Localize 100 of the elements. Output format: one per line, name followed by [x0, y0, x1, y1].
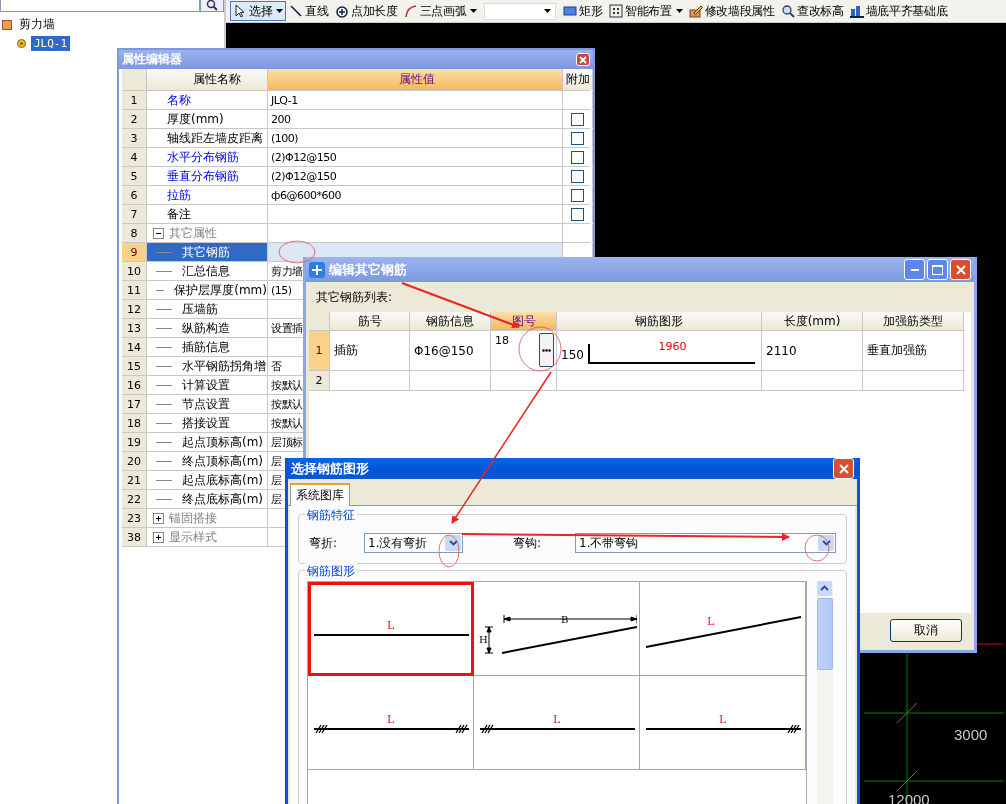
property-value: 按默认: [271, 396, 303, 412]
chevron-down-icon: [448, 540, 458, 546]
property-value: ф6@600*600: [271, 188, 341, 202]
toolbar-button[interactable]: 选择: [230, 1, 287, 21]
property-name: 压墙筋: [182, 300, 218, 318]
window-title: 编辑其它钢筋: [329, 260, 408, 279]
pencil-icon: [688, 4, 703, 18]
field-label: 弯折:: [309, 534, 339, 552]
table-cell: Φ16@150: [414, 343, 474, 358]
property-name: 水平钢筋拐角增: [182, 357, 266, 375]
table-cell: 18: [495, 334, 509, 347]
row-number: 38: [122, 528, 147, 546]
table-cell: 垂直加强筋: [867, 342, 927, 359]
column-header[interactable]: 属性名称: [147, 69, 268, 90]
toolbar-button[interactable]: 智能布置: [605, 1, 686, 21]
checkbox[interactable]: [571, 131, 584, 145]
row-number: 1: [309, 331, 330, 370]
row-number: 6: [122, 186, 147, 204]
property-name: 节点设置: [182, 395, 230, 413]
property-value: 层: [271, 453, 282, 469]
main-length: 1960: [658, 339, 687, 353]
column-header[interactable]: 筋号: [330, 312, 410, 330]
checkbox[interactable]: [571, 188, 584, 202]
tree-item[interactable]: JLQ-1: [31, 36, 71, 51]
property-value: 剪力墙: [271, 263, 303, 279]
property-name: 拉筋: [167, 186, 191, 204]
checkbox[interactable]: [571, 207, 584, 221]
scroll-thumb[interactable]: [817, 598, 833, 670]
row-number: 14: [122, 338, 147, 356]
minimize-icon: [910, 268, 919, 271]
chevron-down-icon: [821, 540, 831, 546]
toolbar-button[interactable]: 矩形: [560, 1, 606, 21]
tree-item[interactable]: 剪力墙: [16, 15, 58, 34]
property-name: 搭接设置: [182, 414, 230, 432]
scrollbar[interactable]: [817, 581, 833, 804]
property-name: 其它钢筋: [182, 243, 230, 261]
ellipsis-icon: [542, 348, 551, 352]
search-button[interactable]: [200, 0, 224, 12]
toolbar-button[interactable]: 修改墙段属性: [685, 1, 778, 21]
expand-toggle-icon[interactable]: [153, 227, 164, 239]
property-value: 200: [271, 112, 291, 126]
column-header[interactable]: 属性值: [268, 69, 563, 90]
property-value: 设置插: [271, 320, 303, 336]
row-number: 22: [122, 490, 147, 508]
property-name: 锚固搭接: [169, 509, 217, 527]
property-name: 显示样式: [169, 528, 217, 546]
line-icon: [289, 4, 304, 18]
column-header[interactable]: 长度(mm): [762, 312, 863, 330]
checkbox[interactable]: [571, 112, 584, 126]
row-number: 16: [122, 376, 147, 394]
arc-icon: [403, 4, 418, 18]
cursor-icon: [233, 4, 247, 18]
close-icon: [579, 55, 587, 64]
toolbar-button[interactable]: 查改标高: [777, 1, 847, 21]
tab[interactable]: 系统图库: [290, 483, 350, 506]
column-header[interactable]: 钢筋信息: [410, 312, 491, 330]
row-number: 5: [122, 167, 147, 185]
annotation-ellipse: [278, 240, 316, 264]
property-value: (2)Φ12@150: [271, 169, 337, 183]
cancel-button[interactable]: 取消: [890, 619, 962, 642]
expand-toggle-icon[interactable]: [153, 531, 164, 543]
dropdown-field[interactable]: 1.没有弯折: [364, 533, 463, 553]
property-value: 层顶标: [271, 434, 303, 450]
toolbar-button[interactable]: 直线: [286, 1, 332, 21]
row-number: 17: [122, 395, 147, 413]
group-title: 钢筋特征: [305, 507, 357, 524]
row-number: 11: [122, 281, 147, 299]
close-icon: [838, 463, 849, 474]
row-number: 12: [122, 300, 147, 318]
checkbox[interactable]: [571, 150, 584, 164]
property-name: 纵筋构造: [182, 319, 230, 337]
property-name: 厚度(mm): [167, 110, 224, 128]
search-field[interactable]: [0, 0, 200, 12]
property-value: 否: [271, 358, 282, 374]
field-label: 弯钩:: [513, 534, 543, 552]
expand-toggle-icon[interactable]: [153, 512, 164, 524]
checkbox[interactable]: [571, 169, 584, 183]
window-title: 属性编辑器: [122, 51, 183, 68]
property-name: 终点顶标高(m): [182, 452, 264, 470]
row-number: 2: [122, 110, 147, 128]
dimension-label: 3000: [954, 726, 988, 743]
column-header[interactable]: 加强筋类型: [863, 312, 964, 330]
column-header[interactable]: 钢筋图形: [557, 312, 762, 330]
toolbar-button[interactable]: 点加长度: [331, 1, 401, 21]
chevron-up-icon[interactable]: [817, 581, 832, 596]
property-name: 垂直分布钢筋: [167, 167, 239, 185]
magnifier-icon: [780, 4, 795, 18]
property-name: 插筋信息: [182, 338, 230, 356]
dropdown-field[interactable]: 1.不带弯钩: [575, 533, 836, 553]
window-title: 选择钢筋图形: [291, 459, 370, 478]
list-label: 其它钢筋列表:: [316, 289, 393, 306]
row-number: 7: [122, 205, 147, 223]
toolbar-button[interactable]: 墙底平齐基础底: [846, 1, 951, 21]
property-name: 水平分布钢筋: [167, 148, 239, 166]
close-button[interactable]: [833, 458, 854, 479]
toolbar-button[interactable]: 三点画弧: [400, 1, 481, 21]
column-header[interactable]: 附加: [563, 69, 593, 90]
bend-length: 150: [561, 348, 584, 362]
browse-button[interactable]: [539, 333, 554, 367]
property-value: (2)Φ12@150: [271, 150, 337, 164]
